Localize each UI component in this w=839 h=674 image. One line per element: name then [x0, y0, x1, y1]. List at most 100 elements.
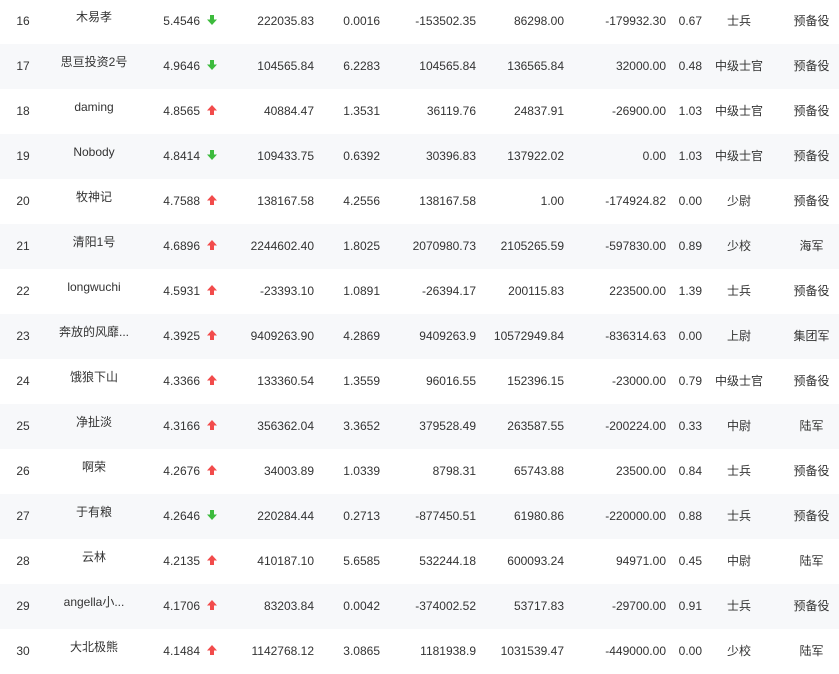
value5-cell: -179932.30 — [605, 14, 666, 28]
value4-cell: 600093.24 — [507, 554, 564, 568]
value5-cell: 32000.00 — [615, 59, 666, 73]
type-cell: 预备役 — [793, 374, 830, 388]
rank-title-cell: 中级士官 — [714, 104, 763, 118]
value4-cell: 152396.15 — [507, 374, 564, 388]
type-cell: 预备役 — [793, 59, 830, 73]
value1-cell: 2244602.40 — [250, 239, 314, 253]
value3-cell: 1181938.9 — [420, 644, 476, 658]
rank-cell: 17 — [16, 59, 30, 73]
value6-cell: 0.33 — [678, 419, 702, 433]
value1-cell: 1142768.12 — [251, 644, 314, 658]
value2-cell: 3.3652 — [343, 419, 380, 433]
value5-cell: -597830.00 — [605, 239, 666, 253]
type-cell: 预备役 — [793, 599, 830, 613]
value2-cell: 5.6585 — [343, 554, 380, 568]
value2-cell: 0.0016 — [343, 14, 380, 28]
table-row[interactable]: 24 饿狼下山 4.3366 133360.54 1.3559 96016.55 15239… — [0, 359, 839, 404]
value6-cell: 0.48 — [678, 59, 702, 73]
value4-cell: 24837.91 — [513, 104, 564, 118]
rank-cell: 25 — [16, 419, 30, 433]
value2-cell: 1.0339 — [343, 464, 380, 478]
value1-cell: 220284.44 — [257, 509, 314, 523]
name-cell: 啊荣 — [81, 460, 106, 474]
value6-cell: 0.67 — [678, 14, 702, 28]
value2-cell: 1.0891 — [343, 284, 380, 298]
type-cell: 预备役 — [793, 194, 830, 208]
table-row[interactable]: 25 净扯淡 4.3166 356362.04 3.3652 379528.49 26358… — [0, 404, 839, 449]
value1-cell: -23393.10 — [259, 284, 314, 298]
rank-cell: 22 — [16, 284, 30, 298]
arrow-up-icon — [205, 449, 219, 494]
table-row[interactable]: 29 angella小... 4.1706 83203.84 0.0042 -374002… — [0, 584, 839, 629]
score-cell: 4.3366 — [163, 374, 200, 388]
value2-cell: 1.3559 — [343, 374, 380, 388]
value5-cell: 23500.00 — [615, 464, 666, 478]
table-row[interactable]: 28 云林 4.2135 410187.10 5.6585 532244.18 600093… — [0, 539, 839, 584]
arrow-up-icon — [205, 224, 219, 269]
value4-cell: 136565.84 — [507, 59, 564, 73]
value5-cell: -449000.00 — [605, 644, 666, 658]
value3-cell: 104565.84 — [419, 59, 476, 73]
value5-cell: -26900.00 — [611, 104, 666, 118]
value3-cell: -374002.52 — [415, 599, 476, 613]
value1-cell: 356362.04 — [257, 419, 314, 433]
value3-cell: 9409263.9 — [419, 329, 476, 343]
value1-cell: 104565.84 — [257, 59, 314, 73]
value3-cell: 379528.49 — [419, 419, 476, 433]
value6-cell: 0.00 — [678, 194, 702, 208]
rank-cell: 19 — [16, 149, 30, 163]
value6-cell: 0.88 — [678, 509, 702, 523]
table-row[interactable]: 20 牧神记 4.7588 138167.58 4.2556 138167.58 1.00 -… — [0, 179, 839, 224]
table-row[interactable]: 16 木易孝 5.4546 222035.83 0.0016 -153502.35 8629… — [0, 0, 839, 44]
score-cell: 4.8414 — [163, 149, 200, 163]
table-row[interactable]: 21 清阳1号 4.6896 2244602.40 1.8025 2070980.73 21… — [0, 224, 839, 269]
table-row[interactable]: 17 思亘投资2号 4.9646 104565.84 6.2283 104565.84 13… — [0, 44, 839, 89]
arrow-up-icon — [205, 359, 219, 404]
value4-cell: 53717.83 — [513, 599, 564, 613]
score-cell: 4.1706 — [163, 599, 200, 613]
rank-title-cell: 上尉 — [726, 329, 751, 343]
value5-cell: 94971.00 — [615, 554, 666, 568]
type-cell: 陆军 — [799, 554, 824, 568]
value3-cell: -877450.51 — [415, 509, 476, 523]
value5-cell: -29700.00 — [611, 599, 666, 613]
value6-cell: 0.84 — [678, 464, 702, 478]
table-row[interactable]: 30 大北极熊 4.1484 1142768.12 3.0865 1181938.9 103… — [0, 629, 839, 674]
value3-cell: 96016.55 — [425, 374, 476, 388]
value4-cell: 1.00 — [540, 194, 564, 208]
table-row[interactable]: 22 longwuchi 4.5931 -23393.10 1.0891 -26394.1… — [0, 269, 839, 314]
type-cell: 预备役 — [793, 284, 830, 298]
score-cell: 4.5931 — [163, 284, 200, 298]
score-cell: 4.2646 — [163, 509, 200, 523]
value6-cell: 0.00 — [678, 329, 702, 343]
type-cell: 预备役 — [793, 104, 830, 118]
value1-cell: 410187.10 — [257, 554, 314, 568]
name-cell: 木易孝 — [75, 10, 112, 24]
value1-cell: 133360.54 — [257, 374, 314, 388]
table-row[interactable]: 26 啊荣 4.2676 34003.89 1.0339 8798.31 65743.88 2… — [0, 449, 839, 494]
score-cell: 4.2135 — [163, 554, 200, 568]
value6-cell: 1.03 — [678, 149, 702, 163]
table-row[interactable]: 19 Nobody 4.8414 109433.75 0.6392 30396.83 137… — [0, 134, 839, 179]
value5-cell: -23000.00 — [611, 374, 666, 388]
rank-cell: 28 — [16, 554, 30, 568]
value4-cell: 65743.88 — [513, 464, 564, 478]
value2-cell: 3.0865 — [343, 644, 380, 658]
value3-cell: 30396.83 — [425, 149, 476, 163]
rank-cell: 29 — [16, 599, 30, 613]
table-row[interactable]: 27 于有粮 4.2646 220284.44 0.2713 -877450.51 6198… — [0, 494, 839, 539]
value1-cell: 34003.89 — [263, 464, 314, 478]
rank-title-cell: 中尉 — [726, 419, 751, 433]
arrow-up-icon — [205, 179, 219, 224]
rank-cell: 20 — [16, 194, 30, 208]
table-row[interactable]: 18 daming 4.8565 40884.47 1.3531 36119.76 2483… — [0, 89, 839, 134]
value2-cell: 1.8025 — [343, 239, 380, 253]
score-cell: 4.3925 — [163, 329, 200, 343]
rank-title-cell: 中级士官 — [714, 59, 763, 73]
value4-cell: 86298.00 — [513, 14, 564, 28]
name-cell: 牧神记 — [75, 190, 112, 204]
rank-title-cell: 士兵 — [726, 599, 751, 613]
table-row[interactable]: 23 奔放的风靡... 4.3925 9409263.90 4.2869 9409263.… — [0, 314, 839, 359]
value4-cell: 263587.55 — [507, 419, 564, 433]
value3-cell: -26394.17 — [421, 284, 476, 298]
